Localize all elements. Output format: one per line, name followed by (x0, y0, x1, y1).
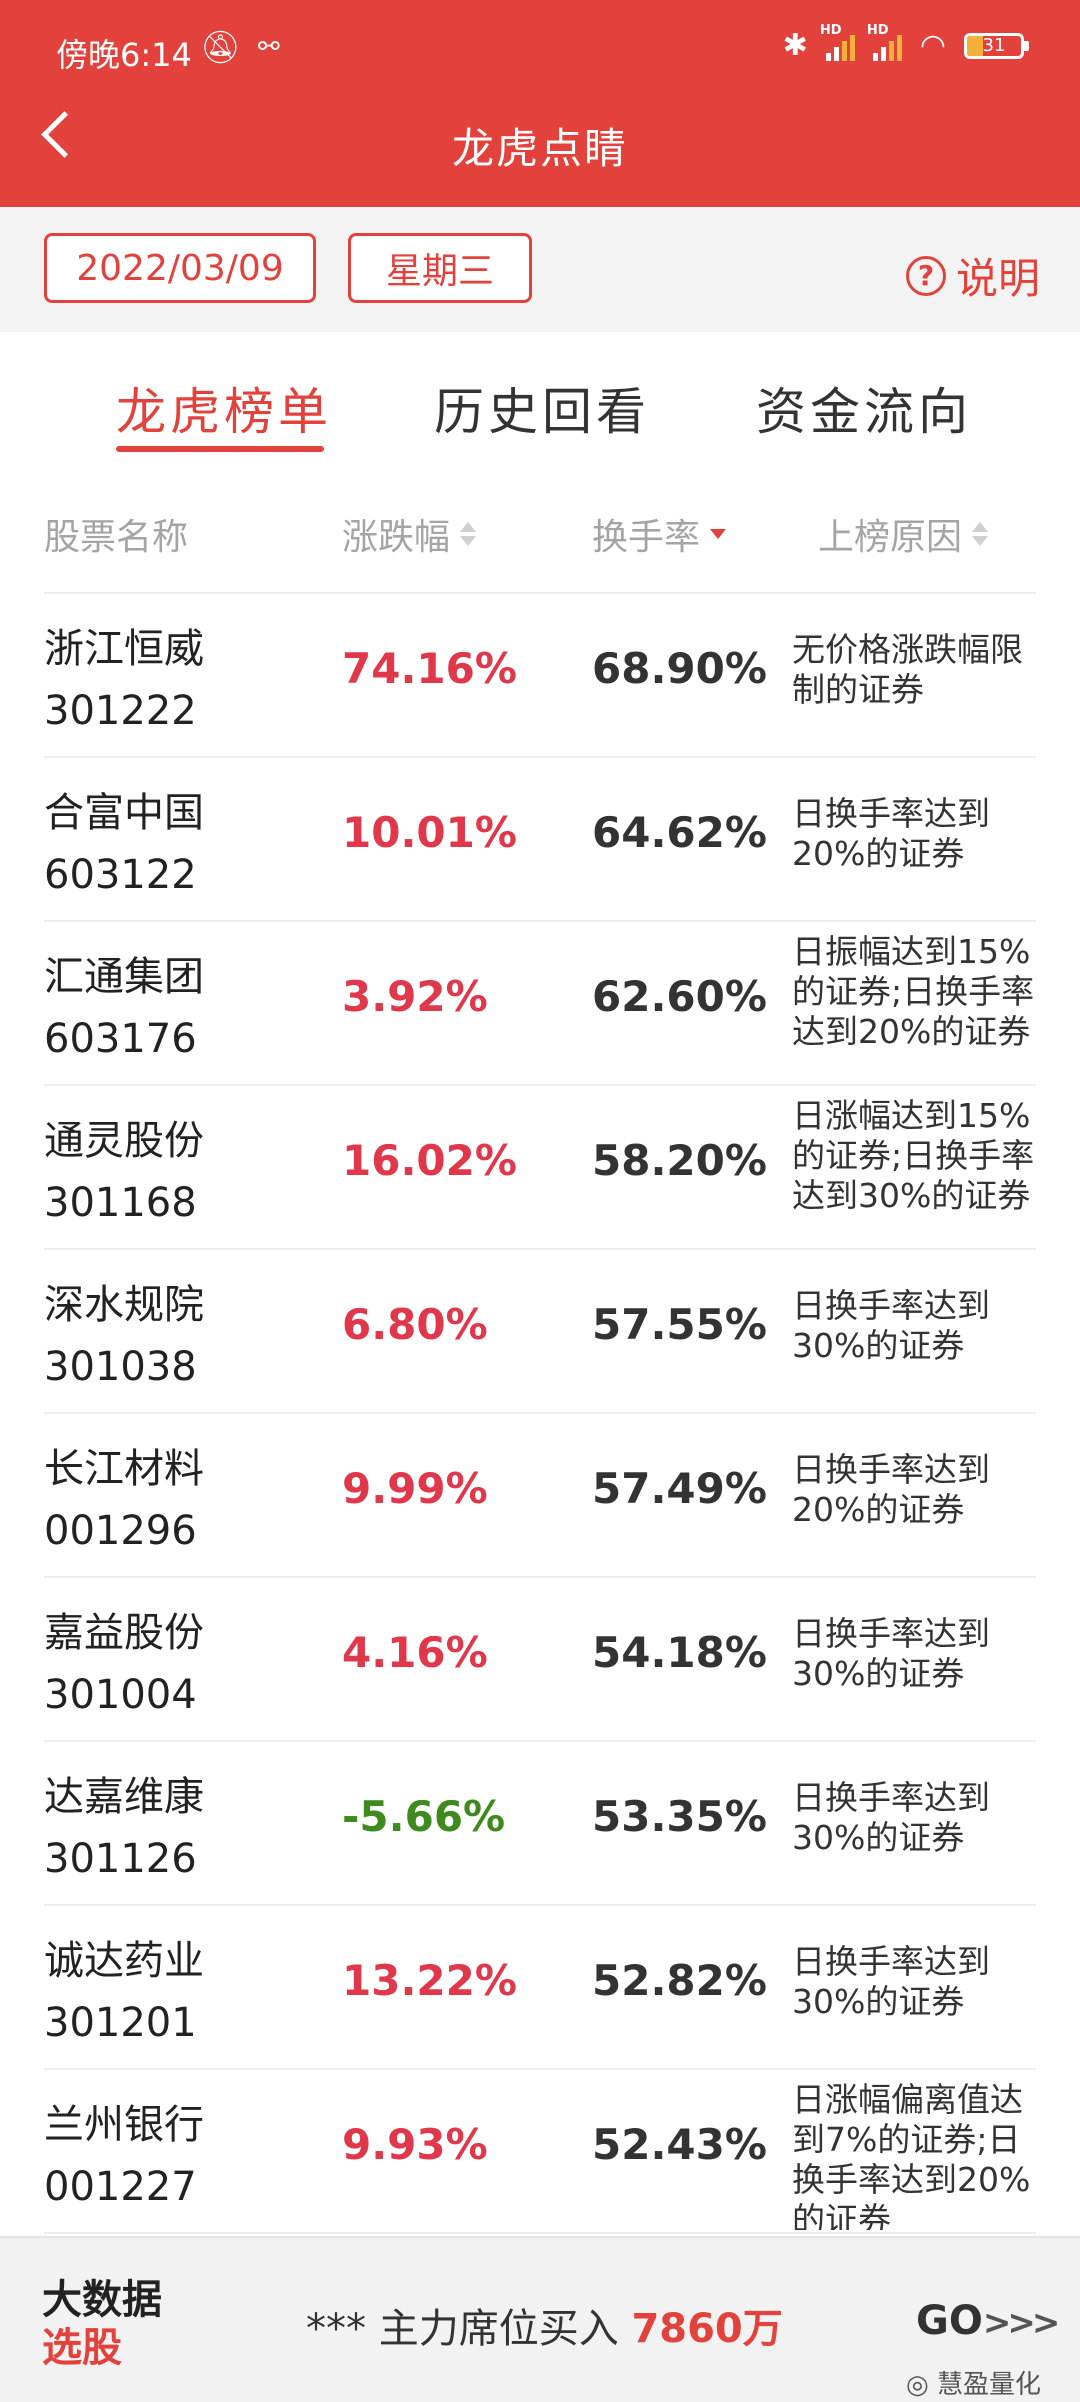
turnover-value: 68.90% (592, 644, 767, 693)
stock-code: 301004 (44, 1672, 197, 1718)
table-header: 股票名称 涨跌幅 换手率 上榜原因 (0, 470, 1080, 590)
change-value: 74.16% (342, 644, 517, 693)
table-row[interactable]: 浙江恒威 301222 74.16% 68.90% 无价格涨跌幅限制的证券 (44, 594, 1036, 758)
stock-code: 301222 (44, 688, 197, 734)
change-value: 16.02% (342, 1136, 517, 1185)
stock-code: 301168 (44, 1180, 197, 1226)
watermark: ◎ 慧盈量化 (906, 2370, 1041, 2400)
go-button[interactable]: GO>>> (916, 2298, 1060, 2344)
sort-desc-icon (710, 529, 727, 539)
big-data-logo: 大数据 选股 (42, 2277, 162, 2371)
stock-name: 通灵股份 (44, 1118, 204, 1164)
help-label: 说明 (955, 254, 1040, 303)
change-value: 10.01% (342, 808, 517, 857)
change-value: 13.22% (342, 1956, 517, 2005)
signal-icon-2: HD (867, 23, 902, 61)
active-tab-indicator (116, 446, 324, 452)
table-row[interactable]: 汇通集团 603176 3.92% 62.60% 日振幅达到15%的证券;日换手率… (44, 922, 1036, 1086)
table-row[interactable]: 合富中国 603122 10.01% 64.62% 日换手率达到20%的证券 (44, 758, 1036, 922)
stock-code: 301126 (44, 1836, 197, 1882)
stock-name: 长江材料 (44, 1446, 204, 1492)
column-stock-name: 股票名称 (44, 517, 189, 558)
table-row[interactable]: 诚达药业 301201 13.22% 52.82% 日换手率达到30%的证券 (44, 1906, 1036, 2070)
tab-history-review[interactable]: 历史回看 (434, 372, 650, 444)
change-value: 4.16% (342, 1628, 488, 1677)
turnover-value: 52.43% (592, 2120, 767, 2169)
column-change-sort[interactable]: 涨跌幅 (342, 508, 477, 560)
column-turnover-sort[interactable]: 换手率 (592, 508, 727, 560)
stock-name: 深水规院 (44, 1282, 204, 1328)
turnover-value: 54.18% (592, 1628, 767, 1677)
change-value: 9.99% (342, 1464, 488, 1513)
tab-dragon-tiger-list[interactable]: 龙虎榜单 (116, 372, 332, 444)
turnover-value: 57.49% (592, 1464, 767, 1513)
stock-code: 301038 (44, 1344, 197, 1390)
column-reason-sort[interactable]: 上榜原因 (818, 508, 989, 560)
app-header: 傍晚6:14 🔕︎ ⚯ ✱ HD HD ◠ 31 龙虎点睛 (0, 0, 1080, 207)
table-row[interactable]: 达嘉维康 301126 -5.66% 53.35% 日换手率达到30%的证券 (44, 1742, 1036, 1906)
turnover-value: 52.82% (592, 1956, 767, 2005)
bluetooth-icon: ✱ (782, 28, 808, 63)
table-row[interactable]: 长江材料 001296 9.99% 57.49% 日换手率达到20%的证券 (44, 1414, 1036, 1578)
sort-icon (972, 522, 989, 546)
change-value: 6.80% (342, 1300, 488, 1349)
table-row[interactable]: 深水规院 301038 6.80% 57.55% 日换手率达到30%的证券 (44, 1250, 1036, 1414)
table-row[interactable]: 通灵股份 301168 16.02% 58.20% 日涨幅达到15%的证券;日换手… (44, 1086, 1036, 1250)
stock-code: 603176 (44, 1016, 197, 1062)
stock-name: 兰州银行 (44, 2102, 204, 2148)
wifi-icon: ◠ (919, 28, 946, 63)
stock-name: 浙江恒威 (44, 626, 204, 672)
turnover-value: 57.55% (592, 1300, 767, 1349)
stock-name: 达嘉维康 (44, 1774, 204, 1820)
stock-code: 001227 (44, 2164, 197, 2210)
promo-text: *** 主力席位买入 7860万 (306, 2306, 783, 2352)
table-row[interactable]: 嘉益股份 301004 4.16% 54.18% 日换手率达到30%的证券 (44, 1578, 1036, 1742)
help-button[interactable]: ? 说明 (905, 245, 1040, 306)
sync-icon: ⚯ (258, 32, 280, 62)
chevrons-right-icon: >>> (982, 2303, 1060, 2343)
tab-fund-flow[interactable]: 资金流向 (756, 372, 972, 444)
reason-text: 日涨幅偏离值达到7%的证券;日换手率达到20%的证券 (792, 2080, 1031, 2230)
question-circle-icon: ? (905, 255, 946, 296)
weekday-chip[interactable]: 星期三 (348, 233, 532, 303)
signal-icon: HD (820, 23, 855, 61)
stock-code: 001296 (44, 1508, 197, 1554)
reason-text: 日涨幅达到15%的证券;日换手率达到30%的证券 (792, 1096, 1035, 1215)
promo-amount: 7860万 (631, 2306, 783, 2352)
reason-text: 日振幅达到15%的证券;日换手率达到20%的证券 (792, 932, 1035, 1051)
turnover-value: 64.62% (592, 808, 767, 857)
change-value: -5.66% (342, 1792, 506, 1841)
battery-icon: 31 (964, 32, 1029, 59)
status-time: 傍晚6:14 (56, 36, 192, 74)
stock-name: 嘉益股份 (44, 1610, 204, 1656)
date-bar: 2022/03/09 星期三 ? 说明 (0, 207, 1080, 332)
table-row[interactable]: 兰州银行 001227 9.93% 52.43% 日涨幅偏离值达到7%的证券;日换… (44, 2070, 1036, 2234)
stock-list: 浙江恒威 301222 74.16% 68.90% 无价格涨跌幅限制的证券 合富中… (0, 594, 1080, 2234)
stock-name: 合富中国 (44, 790, 204, 836)
turnover-value: 62.60% (592, 972, 767, 1021)
change-value: 3.92% (342, 972, 488, 1021)
turnover-value: 58.20% (592, 1136, 767, 1185)
stock-code: 301201 (44, 2000, 197, 2046)
stock-name: 汇通集团 (44, 954, 204, 1000)
change-value: 9.93% (342, 2120, 488, 2169)
date-picker[interactable]: 2022/03/09 (44, 233, 316, 303)
big-data-banner[interactable]: 大数据 选股 *** 主力席位买入 7860万 GO>>> ◎ 慧盈量化 (0, 2236, 1080, 2402)
sort-icon (460, 522, 477, 546)
page-title: 龙虎点睛 (451, 124, 628, 173)
mute-icon: 🔕︎ (200, 28, 241, 66)
turnover-value: 53.35% (592, 1792, 767, 1841)
status-icons: ✱ HD HD ◠ 31 (782, 23, 1029, 63)
tab-bar: 龙虎榜单 历史回看 资金流向 (0, 332, 1080, 462)
stock-code: 603122 (44, 852, 197, 898)
stock-name: 诚达药业 (44, 1938, 204, 1984)
